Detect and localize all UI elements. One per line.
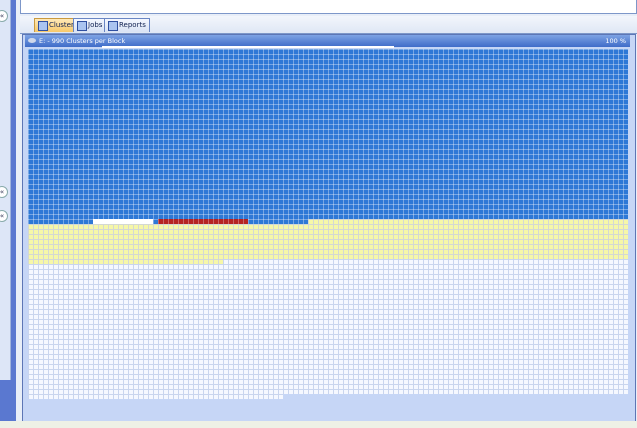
top-panel: [20, 0, 637, 14]
cluster-map[interactable]: [28, 49, 628, 401]
collapse-icon[interactable]: «: [0, 210, 8, 222]
tab-bar: Clusters Jobs Reports: [20, 16, 637, 34]
clusters-icon: [38, 21, 48, 31]
tab-label: Reports: [119, 21, 146, 29]
disk-icon: [28, 38, 36, 43]
cluster-block-empty: [28, 394, 283, 399]
collapse-icon[interactable]: «: [0, 186, 8, 198]
progress-bar: [102, 46, 394, 48]
jobs-icon: [77, 21, 87, 31]
tab-label: Jobs: [88, 21, 103, 29]
left-panel: « « «: [0, 0, 11, 380]
tab-reports[interactable]: Reports: [104, 18, 150, 32]
collapse-icon[interactable]: «: [0, 10, 8, 22]
tab-jobs[interactable]: Jobs: [73, 18, 107, 32]
status-bar: [0, 421, 637, 428]
reports-icon: [108, 21, 118, 31]
progress-percent: 100 %: [605, 37, 626, 45]
